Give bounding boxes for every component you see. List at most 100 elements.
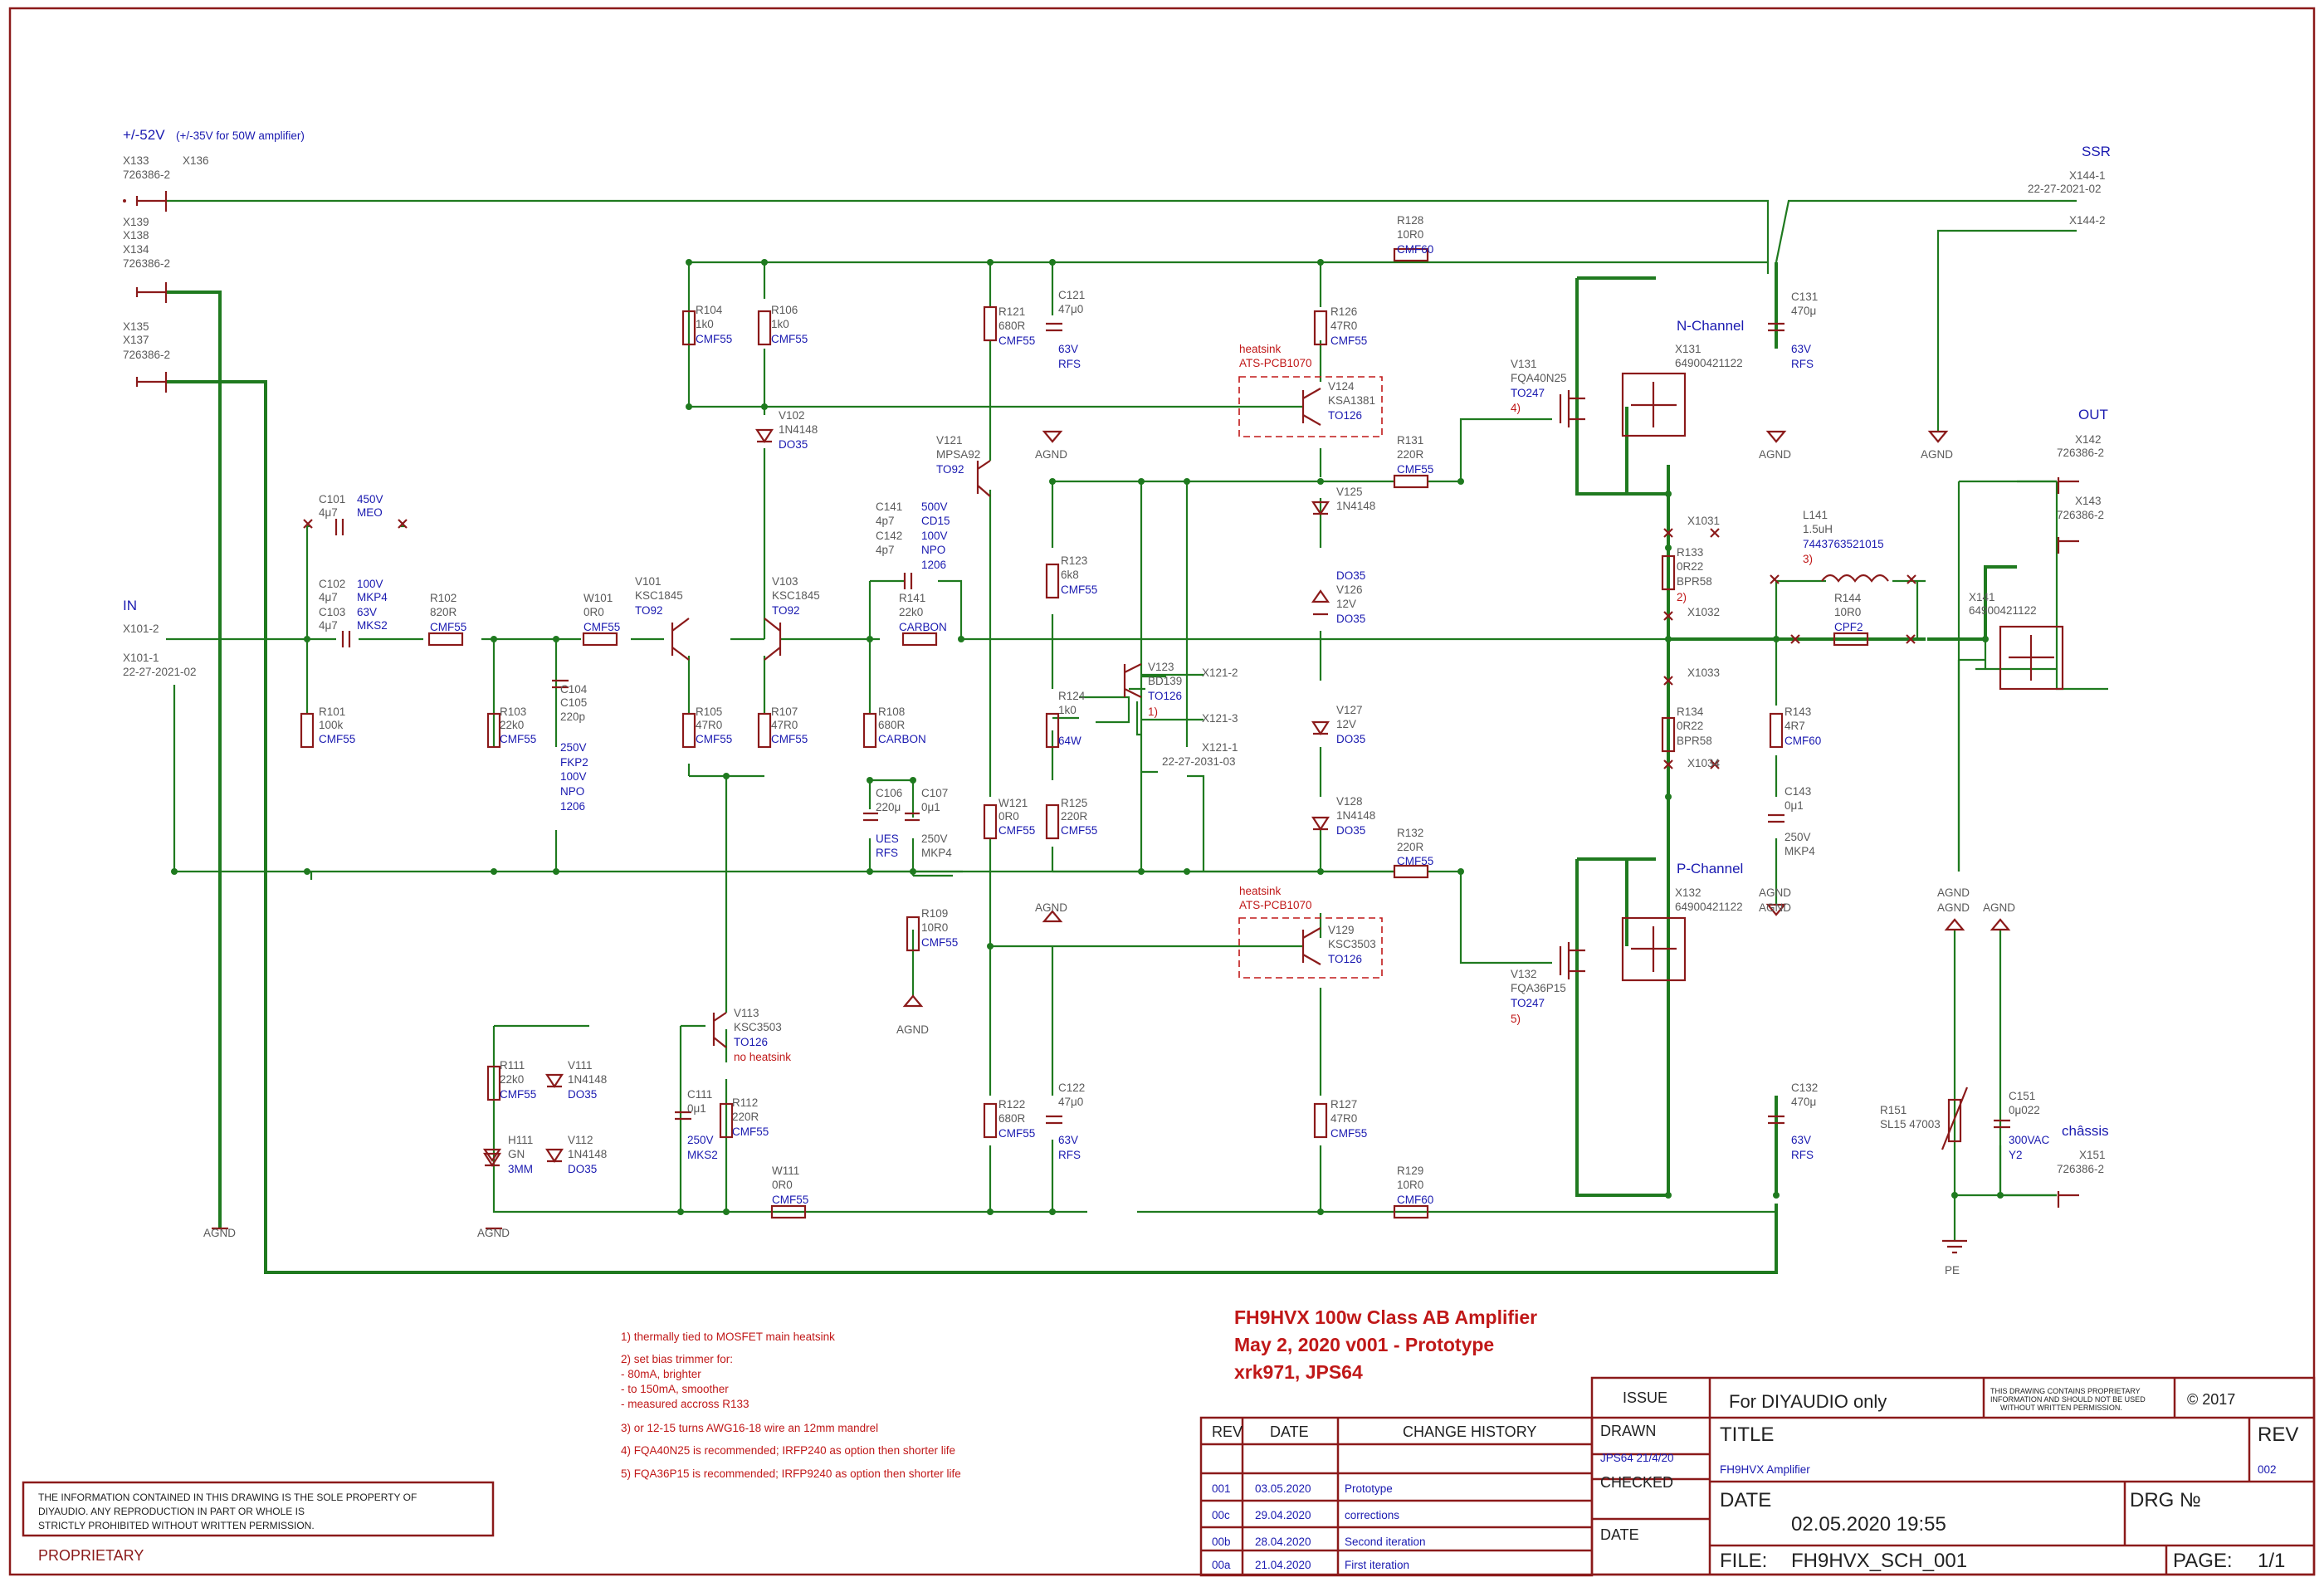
svg-text:MKS2: MKS2 [687,1149,718,1161]
svg-text:680R: 680R [878,719,906,731]
svg-text:1): 1) [1148,706,1158,718]
svg-text:TO126: TO126 [734,1036,768,1048]
svg-text:10R0: 10R0 [1834,606,1861,618]
svg-text:X101-2: X101-2 [123,623,159,635]
supply-label: +/-52V [123,127,165,143]
svg-text:MPSA92: MPSA92 [936,448,980,461]
svg-text:SL15 47003: SL15 47003 [1880,1118,1941,1130]
svg-text:250V: 250V [921,833,948,845]
svg-text:4): 4) [1511,402,1521,414]
svg-text:THIS DRAWING CONTAINS PROPRIET: THIS DRAWING CONTAINS PROPRIETARY [1990,1387,2141,1395]
svg-text:V124: V124 [1328,380,1355,393]
svg-text:FKP2: FKP2 [560,756,588,769]
svg-text:C103: C103 [319,606,345,618]
svg-text:RFS: RFS [1791,1149,1814,1161]
svg-text:C101: C101 [319,493,345,505]
svg-text:R132: R132 [1397,827,1423,839]
svg-text:W111: W111 [772,1165,799,1177]
svg-text:- to 150mA, smoother: - to 150mA, smoother [621,1383,729,1395]
svg-text:R101: R101 [319,706,345,718]
svg-text:CMF55: CMF55 [998,1127,1035,1140]
svg-text:MKP4: MKP4 [921,847,952,859]
svg-text:C142: C142 [876,530,902,542]
svg-text:C131: C131 [1791,291,1818,303]
svg-text:21.04.2020: 21.04.2020 [1255,1559,1311,1571]
drawing-heading: FH9HVX 100w Class AB Amplifier May 2, 20… [1234,1306,1537,1383]
svg-text:CMF55: CMF55 [921,936,958,949]
svg-text:BPR58: BPR58 [1677,735,1712,747]
svg-text:W121: W121 [998,797,1028,809]
svg-text:22-27-2021-02: 22-27-2021-02 [2028,183,2102,195]
svg-text:DO35: DO35 [1336,569,1365,582]
svg-text:12V: 12V [1336,598,1356,610]
svg-text:CMF55: CMF55 [771,333,808,345]
svg-text:C104: C104 [560,683,588,696]
svg-text:V132: V132 [1511,968,1537,980]
svg-text:AGND: AGND [1921,448,1953,461]
svg-text:C143: C143 [1784,785,1811,798]
svg-text:NPO: NPO [560,785,584,798]
svg-text:V123: V123 [1148,661,1174,673]
svg-text:CMF55: CMF55 [1330,1127,1367,1140]
svg-text:First iteration: First iteration [1345,1559,1409,1571]
svg-text:TO126: TO126 [1328,953,1362,965]
svg-text:R134: R134 [1677,706,1704,718]
svg-text:CMF55: CMF55 [998,824,1035,837]
svg-text:10R0: 10R0 [1397,228,1423,241]
svg-text:R127: R127 [1330,1098,1357,1111]
svg-text:0μ1: 0μ1 [1784,799,1804,812]
svg-text:C106: C106 [876,787,902,799]
svg-text:63V: 63V [1791,1134,1811,1146]
svg-text:- 80mA, brighter: - 80mA, brighter [621,1368,701,1380]
svg-text:WITHOUT WRITTEN PERMISSION.: WITHOUT WRITTEN PERMISSION. [2000,1404,2122,1412]
svg-text:AGND: AGND [1035,448,1067,461]
svg-text:TO92: TO92 [772,604,800,617]
svg-text:820R: 820R [430,606,457,618]
svg-text:C151: C151 [2009,1090,2035,1102]
svg-text:AGND: AGND [1035,901,1067,914]
svg-text:UES: UES [876,833,899,845]
svg-text:4μ7: 4μ7 [319,591,338,603]
svg-text:CMF55: CMF55 [583,621,620,633]
svg-text:300VAC: 300VAC [2009,1134,2050,1146]
svg-text:C111: C111 [687,1088,712,1101]
svg-text:R126: R126 [1330,305,1357,318]
svg-text:1206: 1206 [560,800,585,813]
svg-text:AGND: AGND [1937,901,1970,914]
svg-text:BPR58: BPR58 [1677,575,1712,588]
svg-text:ISSUE: ISSUE [1623,1389,1667,1406]
svg-text:00b: 00b [1212,1536,1231,1548]
svg-text:V113: V113 [734,1007,759,1019]
svg-text:CMF55: CMF55 [771,733,808,745]
svg-text:100V: 100V [560,770,587,783]
title-block: ISSUE For DIYAUDIO only THIS DRAWING CON… [1590,1376,2316,1576]
svg-text:STRICTLY PROHIBITED WITHOUT WR: STRICTLY PROHIBITED WITHOUT WRITTEN PERM… [38,1520,315,1531]
schematic-svg: +/-52V (+/-35V for 50W amplifier) X133 X… [8,7,2316,1577]
svg-text:RFS: RFS [1058,1149,1081,1161]
footnotes: 1) thermally tied to MOSFET main heatsin… [621,1331,961,1480]
svg-text:03.05.2020: 03.05.2020 [1255,1482,1311,1495]
svg-text:FQA40N25: FQA40N25 [1511,372,1567,384]
svg-text:MEO: MEO [357,506,383,519]
svg-text:CMF55: CMF55 [1061,584,1097,596]
svg-text:29.04.2020: 29.04.2020 [1255,1509,1311,1521]
svg-text:X144-2: X144-2 [2069,214,2106,227]
svg-text:R131: R131 [1397,434,1423,447]
svg-text:corrections: corrections [1345,1509,1399,1521]
svg-text:R108: R108 [878,706,905,718]
svg-text:001: 001 [1212,1482,1231,1495]
svg-text:220R: 220R [1397,448,1424,461]
schematic-sheet: +/-52V (+/-35V for 50W amplifier) X133 X… [0,0,2324,1583]
part-labels: C101 4μ7 450V MEO C102 4μ7 C103 4μ7 100V… [319,214,2050,1206]
svg-text:P-Channel: P-Channel [1677,861,1743,877]
svg-text:4p7: 4p7 [876,515,895,527]
svg-text:DO35: DO35 [1336,733,1365,745]
svg-text:64900421122: 64900421122 [1969,604,2037,617]
svg-text:0μ1: 0μ1 [687,1102,706,1115]
svg-text:64900421122: 64900421122 [1675,901,1743,913]
svg-text:MKS2: MKS2 [357,619,388,632]
svg-text:1206: 1206 [921,559,946,571]
svg-text:X138: X138 [123,229,149,242]
svg-text:C102: C102 [319,578,345,590]
svg-text:002: 002 [2258,1463,2277,1476]
